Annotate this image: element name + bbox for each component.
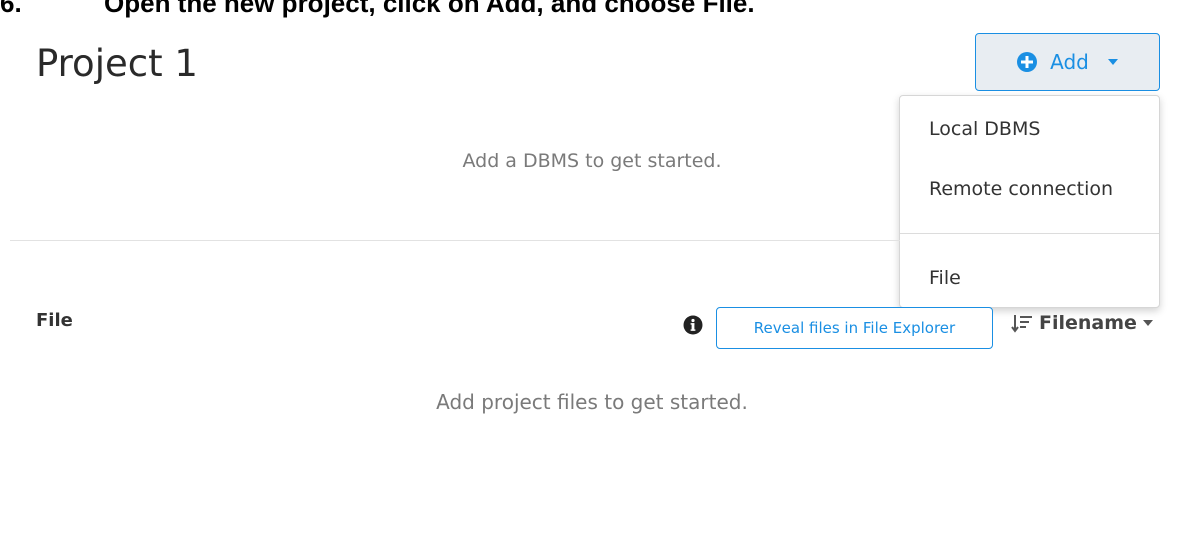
chevron-down-icon	[1142, 319, 1153, 326]
dbms-empty-message: Add a DBMS to get started.	[462, 150, 722, 172]
sort-dropdown[interactable]: Filename	[1011, 312, 1153, 334]
instruction-number: 6.	[0, 0, 22, 18]
add-dropdown-menu: Local DBMS Remote connection File	[899, 95, 1160, 308]
instruction-banner: 6. Open the new project, click on Add, a…	[0, 0, 1184, 18]
menu-item-file[interactable]: File	[929, 267, 961, 289]
instruction-text: Open the new project, click on Add, and …	[104, 0, 755, 18]
plus-circle-icon	[1017, 52, 1038, 72]
section-divider	[10, 240, 900, 241]
page-title: Project 1	[36, 42, 198, 85]
file-section-heading: File	[36, 310, 73, 331]
info-icon[interactable]	[683, 315, 703, 335]
sort-label: Filename	[1039, 312, 1137, 334]
menu-item-remote-connection[interactable]: Remote connection	[929, 178, 1113, 200]
chevron-down-icon	[1107, 59, 1118, 65]
sort-icon	[1011, 315, 1032, 333]
reveal-files-button[interactable]: Reveal files in File Explorer	[716, 307, 993, 349]
add-button[interactable]: Add	[975, 33, 1160, 91]
files-empty-message: Add project files to get started.	[436, 390, 748, 414]
add-button-label: Add	[1050, 50, 1089, 74]
menu-divider	[900, 233, 1159, 234]
menu-item-local-dbms[interactable]: Local DBMS	[929, 118, 1040, 140]
